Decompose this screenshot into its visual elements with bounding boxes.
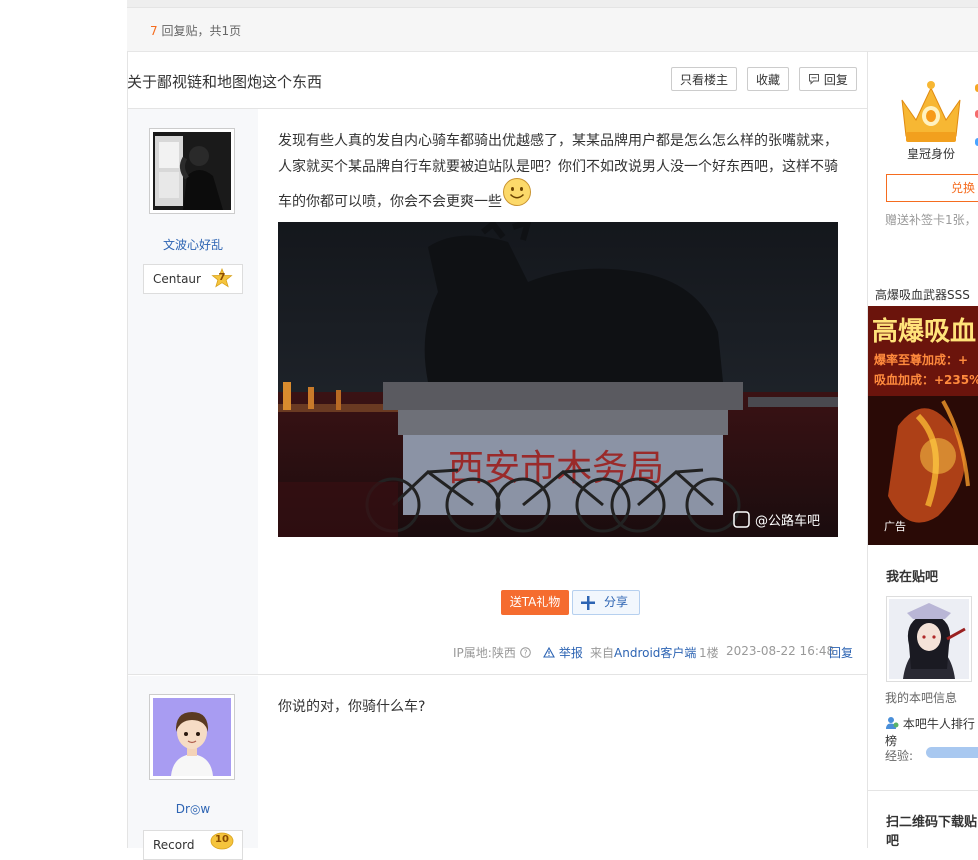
badge-name: Centaur (153, 272, 201, 286)
reply-button[interactable]: 回复 (799, 67, 857, 91)
night-statue-photo: 西安市木务局 @公路车吧 (278, 222, 838, 537)
post-separator (127, 674, 867, 675)
my-bar-info[interactable]: 我的本吧信息 (885, 689, 957, 706)
report-label: 举报 (558, 646, 583, 660)
post-timestamp: 2023-08-22 16:48 (726, 644, 835, 658)
send-gift-button[interactable]: 送TA礼物 (501, 590, 569, 615)
ad-tag: 广告 (884, 520, 906, 533)
collect-button[interactable]: 收藏 (747, 67, 789, 91)
ip-location-text: IP属地:陕西 (453, 646, 516, 660)
avatar-image (153, 132, 231, 210)
rank-label: 本吧牛人排行榜 (885, 717, 975, 748)
help-icon[interactable]: ? (519, 647, 531, 658)
post1-avatar[interactable] (149, 128, 235, 214)
comment-icon (809, 74, 820, 85)
post2-content: 你说的对，你骑什么车? (278, 694, 838, 720)
post1-badge[interactable]: Centaur 7 (143, 264, 243, 294)
floor-number: 1楼 (699, 646, 719, 660)
ad-banner-image: 高爆吸血 爆率至尊加成：+ 吸血加成：+235% 广告 (868, 306, 978, 545)
content-line-1: 你说的对，你骑什么车? (278, 699, 426, 715)
report-link[interactable]: 举报 (543, 644, 583, 661)
badge-level: 7 (218, 272, 226, 283)
ad-title[interactable]: 高爆吸血武器SSS (875, 286, 970, 303)
rank-link[interactable]: 本吧牛人排行榜 (885, 715, 978, 749)
user-rank-icon (886, 717, 899, 729)
image-watermark: @公路车吧 (755, 513, 820, 529)
smiley-emoji-icon (503, 178, 531, 206)
sidebar-divider (868, 790, 978, 791)
ad-banner-headline: 高爆吸血 (872, 316, 976, 347)
reply-suffix: 回复贴，共1页 (161, 24, 242, 38)
svg-text:?: ? (523, 648, 527, 657)
top-strip (127, 0, 978, 8)
exp-label: 经验: (885, 749, 914, 763)
warning-icon (543, 646, 555, 658)
share-button[interactable]: 分享 (572, 590, 640, 615)
crown-icon[interactable] (896, 78, 966, 146)
pager-bar: 7 回复贴，共1页 (127, 8, 978, 52)
thread-title: 关于鄙视链和地图炮这个东西 (127, 73, 323, 91)
avatar-image (153, 698, 231, 776)
content-line-2: 人家就买个某品牌自行车就要被迫站队是吧？你们不如改说男人没一个好东西吧，这样不骑 (278, 159, 838, 175)
ad-line-1: 爆率至尊加成：+ (874, 352, 968, 367)
post1-photo[interactable]: 西安市木务局 @公路车吧 (278, 222, 838, 537)
ad-banner[interactable]: 高爆吸血 爆率至尊加成：+ 吸血加成：+235% 广告 (868, 306, 978, 545)
post1-username[interactable]: 文波心好乱 (128, 236, 258, 253)
post1-content-line3: 车的你都可以喷，你会不会更爽一些 (278, 189, 838, 215)
my-bar-title: 我在贴吧 (886, 570, 939, 585)
exchange-button[interactable]: 兑换 (886, 174, 978, 202)
post-reply-link[interactable]: 回复 (829, 644, 853, 661)
content-line-1: 发现有些人真的发自内心骑车都骑出优越感了，某某品牌用户都是怎么怎么样的张嘴就来， (278, 133, 838, 149)
badge-name: Record (153, 838, 195, 852)
reply-button-label: 回复 (823, 73, 848, 87)
post2-avatar[interactable] (149, 694, 235, 780)
source-client-link[interactable]: Android客户端 (614, 646, 696, 660)
only-author-button[interactable]: 只看楼主 (671, 67, 737, 91)
plus-share-icon (581, 596, 595, 610)
post-source: 来自Android客户端 (590, 644, 696, 661)
exp-progress-bar (926, 747, 978, 758)
badge-level: 10 (215, 834, 229, 845)
post1-content: 发现有些人真的发自内心骑车都骑出优越感了，某某品牌用户都是怎么怎么样的张嘴就来，… (278, 128, 838, 180)
post2-username[interactable]: Dr◎w (128, 802, 258, 816)
my-avatar[interactable] (886, 596, 972, 682)
gift-card-text: 赠送补签卡1张， (885, 213, 977, 227)
avatar-image (889, 599, 969, 679)
reply-count-text: 7 回复贴，共1页 (150, 22, 241, 39)
content-line-3: 车的你都可以喷，你会不会更爽一些 (278, 194, 502, 210)
ip-location: IP属地:陕西 ? (453, 644, 531, 661)
reply-count: 7 (150, 24, 158, 38)
crown-label: 皇冠身份 (907, 147, 956, 161)
sign-text: 西安市木务局 (448, 448, 664, 489)
qr-download-title: 扫二维码下载贴吧 (886, 815, 978, 849)
source-prefix: 来自 (590, 646, 615, 660)
share-label: 分享 (604, 595, 629, 609)
ad-line-2: 吸血加成：+235% (874, 372, 978, 387)
post2-badge[interactable]: Record 10 (143, 830, 243, 860)
